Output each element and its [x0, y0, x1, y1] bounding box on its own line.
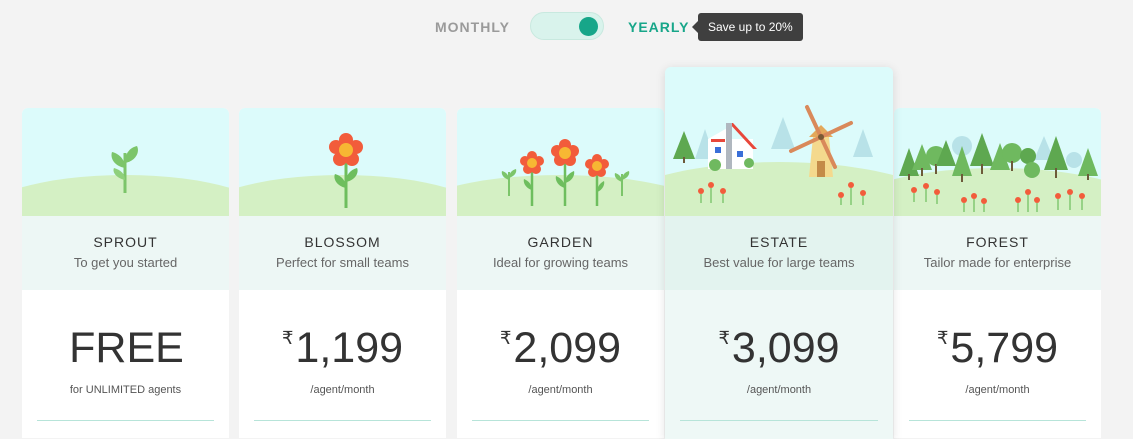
price: ₹1,199 — [239, 324, 446, 372]
billing-toggle-switch[interactable] — [530, 12, 604, 40]
plan-name: BLOSSOM — [304, 234, 381, 250]
price-area: ₹1,199 /agent/month — [239, 290, 446, 421]
price-area: ₹3,099 /agent/month — [665, 290, 893, 421]
plan-tagline: Best value for large teams — [703, 255, 855, 270]
price-unit: /agent/month — [310, 384, 375, 396]
yearly-label[interactable]: YEARLY — [628, 19, 690, 35]
plan-name: FOREST — [966, 234, 1029, 250]
plan-card-sprout[interactable]: SPROUT To get you started FREE for UNLIM… — [22, 108, 229, 438]
price: ₹5,799 — [894, 324, 1101, 372]
price-unit: /agent/month — [965, 384, 1030, 396]
currency-symbol: ₹ — [936, 328, 949, 348]
divider — [909, 420, 1086, 421]
plan-card-garden[interactable]: GARDEN Ideal for growing teams ₹2,099 /a… — [457, 108, 664, 438]
plan-header: BLOSSOM Perfect for small teams — [239, 216, 446, 290]
price-amount: 5,799 — [950, 324, 1059, 372]
plan-card-estate[interactable]: ESTATE Best value for large teams ₹3,099… — [665, 67, 893, 439]
plan-header: FOREST Tailor made for enterprise — [894, 216, 1101, 290]
currency-symbol: ₹ — [718, 328, 730, 348]
divider — [254, 420, 431, 421]
price-amount: 2,099 — [513, 324, 622, 372]
divider — [37, 420, 214, 421]
forest-illustration — [894, 108, 1101, 216]
plan-header: ESTATE Best value for large teams — [665, 216, 893, 290]
plan-tagline: Perfect for small teams — [276, 255, 409, 270]
price-area: ₹5,799 /agent/month — [894, 290, 1101, 421]
plan-tagline: Tailor made for enterprise — [923, 255, 1072, 270]
house-windmill-illustration — [665, 67, 893, 216]
sprout-illustration — [22, 108, 229, 216]
price-unit: for UNLIMITED agents — [69, 384, 182, 396]
price: ₹3,099 — [665, 324, 893, 372]
plan-name: GARDEN — [527, 234, 594, 250]
price-unit: /agent/month — [528, 384, 593, 396]
divider — [680, 420, 878, 421]
price-unit: /agent/month — [746, 384, 812, 396]
plan-name: ESTATE — [749, 234, 809, 250]
price-amount: FREE — [69, 324, 184, 372]
divider — [472, 420, 649, 421]
price-amount: 1,199 — [295, 324, 404, 372]
flower-garden-illustration — [457, 108, 664, 216]
currency-symbol: ₹ — [281, 328, 294, 348]
plan-header: GARDEN Ideal for growing teams — [457, 216, 664, 290]
plan-tagline: Ideal for growing teams — [492, 255, 629, 270]
monthly-label[interactable]: MONTHLY — [435, 19, 510, 35]
plan-card-forest[interactable]: FOREST Tailor made for enterprise ₹5,799… — [894, 108, 1101, 438]
price-amount: 3,099 — [731, 324, 840, 372]
savings-tooltip: Save up to 20% — [692, 13, 803, 41]
plan-header: SPROUT To get you started — [22, 216, 229, 290]
billing-toggle-row: MONTHLY YEARLY Save up to 20% — [0, 12, 1133, 42]
plan-name: SPROUT — [93, 234, 158, 250]
flower-illustration — [239, 108, 446, 216]
price: FREE — [22, 324, 229, 372]
plan-card-blossom[interactable]: BLOSSOM Perfect for small teams ₹1,199 /… — [239, 108, 446, 438]
currency-symbol: ₹ — [499, 328, 512, 348]
price-area: FREE for UNLIMITED agents — [22, 290, 229, 421]
toggle-knob — [579, 17, 598, 36]
price-area: ₹2,099 /agent/month — [457, 290, 664, 421]
price: ₹2,099 — [457, 324, 664, 372]
plan-tagline: To get you started — [73, 255, 178, 270]
